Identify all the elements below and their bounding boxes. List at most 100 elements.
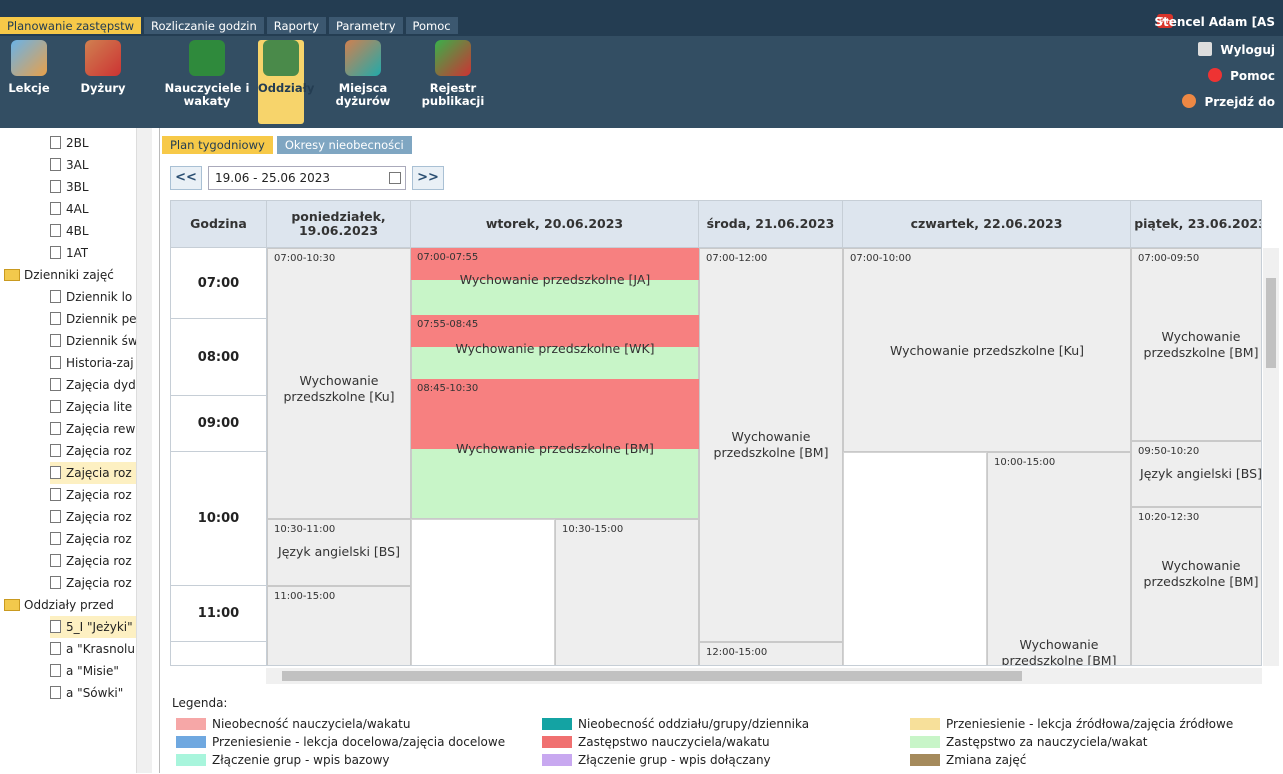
schedule-entry[interactable]: 07:55-08:45 Wychowanie przedszkolne [WK] (411, 315, 699, 356)
tree-item[interactable]: Zajęcia lite (50, 396, 136, 418)
schedule-entry[interactable]: 07:00-10:30 Wychowanie przedszkolne [Ku] (267, 248, 411, 519)
date-range-text: 19.06 - 25.06 2023 (215, 171, 331, 185)
tree-item[interactable]: Zajęcia roz (50, 462, 136, 484)
entry-name: Język angielski [BS] (1140, 466, 1262, 481)
legend: Legenda: Nieobecność nauczyciela/wakatu … (170, 696, 1280, 774)
col-wednesday: środa, 21.06.2023 (699, 201, 843, 248)
tree-item[interactable]: Zajęcia rew (50, 418, 136, 440)
entry-name: Wychowanie przedszkolne [Ku] (283, 373, 395, 404)
entry-time: 07:00-10:00 (850, 253, 912, 264)
tree-item-label: Zajęcia roz (66, 466, 132, 480)
schedule-entry[interactable]: 07:00-12:00 Wychowanie przedszkolne [BM] (699, 248, 843, 642)
tree-item[interactable]: a "Misie" (50, 660, 136, 682)
schedule-entry[interactable]: 10:20-12:30 Wychowanie przedszkolne [BM] (1131, 507, 1261, 665)
tree-item-label: Zajęcia roz (66, 488, 132, 502)
tab-rozliczanie[interactable]: Rozliczanie godzin (144, 17, 264, 34)
tree-item[interactable]: Historia-zaj (50, 352, 136, 374)
duty-places-label: Miejsca dyżurów (335, 81, 391, 108)
tree-item[interactable]: Dziennik św (50, 330, 136, 352)
tree-item[interactable]: a "Krasnolu (50, 638, 136, 660)
user-name[interactable]: Stencel Adam [AS (1154, 15, 1275, 29)
grid-vertical-scrollbar[interactable] (1263, 248, 1279, 666)
tree-item[interactable]: 5_I "Jeżyki" (50, 616, 136, 638)
calendar-icon[interactable] (389, 172, 401, 184)
schedule-entry[interactable]: 10:30-11:00 Język angielski [BS] (267, 519, 411, 586)
lessons-button[interactable]: Lekcje (6, 40, 52, 124)
teachers-button[interactable]: Nauczyciele i wakaty (164, 40, 250, 124)
document-icon (50, 378, 61, 391)
schedule-entry[interactable]: 09:50-10:20 Język angielski [BS] (1131, 441, 1262, 507)
legend-label: Zastępstwo za nauczyciela/wakat (946, 735, 1148, 749)
entry-time: 07:00-10:30 (274, 253, 336, 264)
tree-item-label: a "Misie" (66, 664, 119, 678)
help-link[interactable]: Pomoc (1208, 68, 1275, 83)
classes-button[interactable]: Oddziały (258, 40, 314, 124)
entry-time: 11:00-15:00 (274, 591, 336, 602)
tree-item[interactable]: Zajęcia roz (50, 572, 136, 594)
col-thursday: czwartek, 22.06.2023 (843, 201, 1131, 248)
document-icon (50, 158, 61, 171)
tree-folder[interactable]: Oddziały przed (4, 594, 136, 616)
duty-places-icon (345, 40, 381, 76)
legend-label: Zastępstwo nauczyciela/wakatu (578, 735, 770, 749)
schedule-entry[interactable]: 11:00-15:00 (267, 586, 411, 665)
tab-raporty[interactable]: Raporty (266, 17, 326, 34)
tree-item[interactable]: 3AL (50, 154, 89, 176)
tree-item[interactable]: a "Sówki" (50, 682, 136, 704)
tree-item[interactable]: Zajęcia roz (50, 528, 136, 550)
entry-time: 10:30-15:00 (562, 524, 624, 535)
tree-item[interactable]: Zajęcia roz (50, 550, 136, 572)
tab-parametry[interactable]: Parametry (328, 17, 403, 34)
schedule-entry[interactable]: 10:30-15:00 (555, 519, 699, 665)
tree-item[interactable]: 1AT (50, 242, 88, 264)
tree-item-label: Zajęcia lite (66, 400, 133, 414)
tree-item[interactable]: Zajęcia roz (50, 440, 136, 462)
tree-item[interactable]: 3BL (50, 176, 89, 198)
tree-item[interactable]: Zajęcia roz (50, 484, 136, 506)
schedule-entry[interactable]: 07:00-09:50 Wychowanie przedszkolne [BM] (1131, 248, 1261, 441)
tab-absence-periods[interactable]: Okresy nieobecności (276, 136, 412, 154)
schedule-entry[interactable]: 07:00-07:55 Wychowanie przedszkolne [JA] (411, 248, 699, 287)
document-icon (50, 576, 61, 589)
tree-folder-label: Oddziały przed (24, 598, 114, 612)
document-icon (50, 510, 61, 523)
tab-weekly-plan[interactable]: Plan tygodniowy (162, 136, 273, 154)
tree-item[interactable]: 4BL (50, 220, 89, 242)
schedule-entry[interactable]: 08:45-10:30 Wychowanie przedszkolne [BM] (411, 379, 699, 456)
grid-horizontal-scrollbar[interactable] (266, 668, 1262, 684)
tree-item[interactable]: Zajęcia roz (50, 506, 136, 528)
next-week-button[interactable]: >> (412, 166, 444, 190)
date-range-field[interactable]: 19.06 - 25.06 2023 (208, 166, 406, 190)
duty-button[interactable]: Dyżury (64, 40, 142, 124)
help-label: Pomoc (1230, 69, 1275, 83)
tree-item[interactable]: Dziennik pe (50, 308, 136, 330)
tree-item[interactable]: Zajęcia dyd (50, 374, 136, 396)
tree-item-label: 3BL (66, 180, 89, 194)
document-icon (50, 224, 61, 237)
duty-places-button[interactable]: Miejsca dyżurów (330, 40, 396, 124)
entry-time: 07:00-09:50 (1138, 253, 1200, 264)
goto-link[interactable]: Przejdź do (1182, 94, 1275, 109)
tree-item[interactable]: 2BL (50, 132, 89, 154)
sidebar-scrollbar[interactable] (136, 128, 152, 773)
tree-folder[interactable]: Dzienniki zajęć (4, 264, 136, 286)
tree-item[interactable]: Dziennik lo (50, 286, 136, 308)
logout-link[interactable]: Wyloguj (1198, 42, 1275, 57)
document-icon (50, 290, 61, 303)
tab-pomoc[interactable]: Pomoc (405, 17, 458, 34)
entry-time: 07:00-07:55 (417, 252, 479, 263)
classes-label: Oddziały (258, 81, 315, 95)
tree-item-label: Dziennik św (66, 334, 136, 348)
tab-planowanie[interactable]: Planowanie zastępstw (0, 17, 142, 34)
schedule-entry[interactable]: 07:00-10:00 Wychowanie przedszkolne [Ku] (843, 248, 1131, 452)
col-tuesday: wtorek, 20.06.2023 (411, 201, 699, 248)
schedule-entry[interactable]: 12:00-15:00 (699, 642, 843, 665)
tree-item[interactable]: 4AL (50, 198, 89, 220)
schedule-entry[interactable]: 10:00-15:00 Wychowanie przedszkolne [BM] (987, 452, 1131, 665)
entry-time: 10:30-11:00 (274, 524, 336, 535)
hour-label (171, 642, 267, 665)
prev-week-button[interactable]: << (170, 166, 202, 190)
entry-name: Wychowanie przedszkolne [BM] (713, 429, 829, 460)
schedule-grid: Godzina poniedziałek, 19.06.2023 wtorek,… (170, 200, 1262, 666)
publication-register-button[interactable]: Rejestr publikacji (418, 40, 488, 124)
